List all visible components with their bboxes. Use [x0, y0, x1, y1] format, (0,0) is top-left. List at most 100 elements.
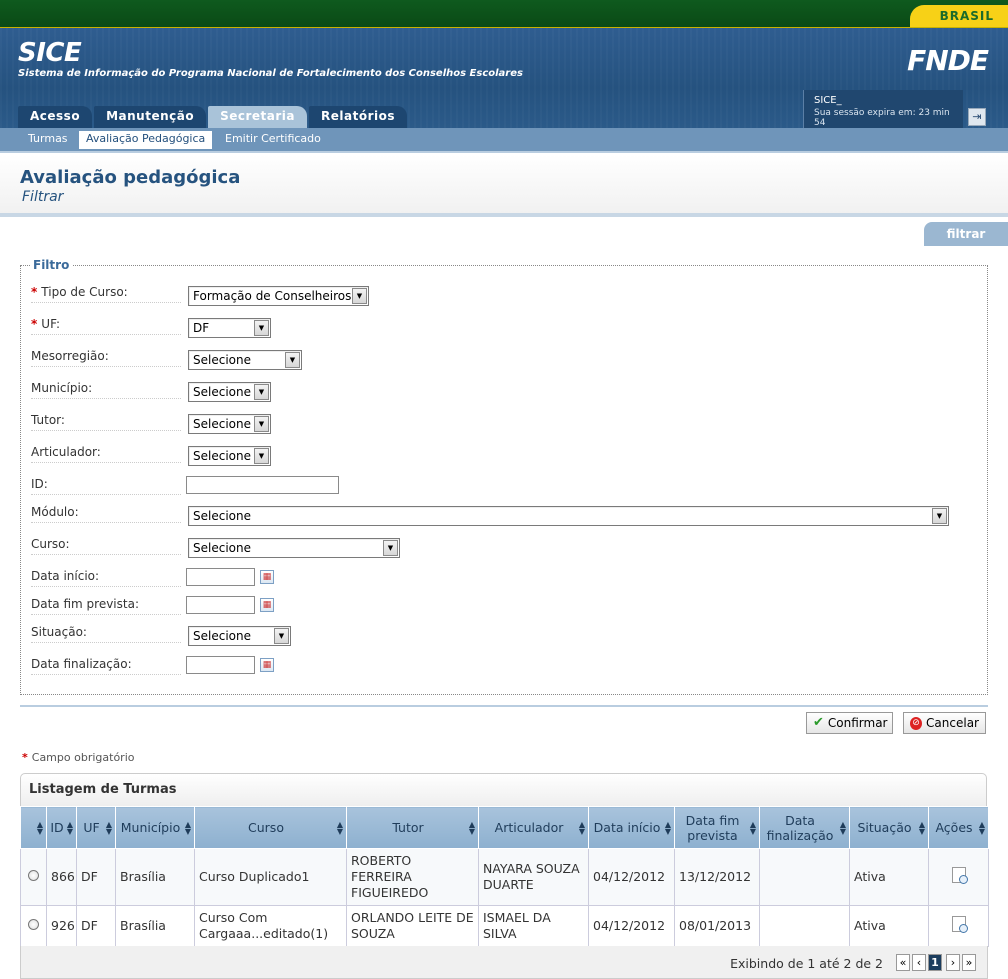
column-header-uf[interactable]: UF ▲ ▼ — [76, 806, 116, 849]
prev-page-button[interactable]: ‹ — [912, 954, 926, 971]
articulador-label: Articulador: — [31, 445, 101, 459]
view-document-icon[interactable] — [951, 867, 968, 884]
uf-select[interactable]: DF ▼ — [188, 318, 271, 338]
required-asterisk: * — [31, 285, 38, 299]
cell-uf: DF — [76, 905, 116, 947]
select-column-header[interactable]: ▲ ▼ — [20, 806, 47, 849]
tipo-curso-select[interactable]: Formação de Conselheiros ▼ — [188, 286, 369, 306]
data-inicio-input[interactable] — [186, 568, 255, 586]
turmas-table-body: ▲ ▼ ID ▲ ▼ UF ▲ ▼ Município ▲ ▼ Curso ▲ ▼ Tutor ▲ ▼… — [20, 806, 989, 947]
page-header: Avaliação pedagógica Filtrar — [0, 155, 1008, 217]
tutor-select[interactable]: Selecione ▼ — [188, 414, 271, 434]
uf-label: * UF: — [31, 317, 61, 331]
row-select-radio[interactable] — [28, 870, 39, 881]
calendar-icon[interactable]: ▦ — [260, 570, 274, 584]
cell-id: 866 — [46, 848, 77, 906]
id-label: ID: — [31, 477, 48, 491]
subnav-emitir-certificado[interactable]: Emitir Certificado — [225, 132, 321, 145]
cell-data-finalizacao — [759, 848, 850, 906]
session-expires: Sua sessão expira em: 23 min 54 — [814, 108, 950, 128]
column-header-data-fim[interactable]: Data fim prevista ▲ ▼ — [674, 806, 760, 849]
modulo-select[interactable]: Selecione ▼ — [188, 506, 949, 526]
subnav-turmas[interactable]: Turmas — [28, 132, 68, 145]
data-fim-input[interactable] — [186, 596, 255, 614]
chevron-down-icon: ▼ — [352, 288, 367, 304]
data-inicio-label: Data início: — [31, 569, 100, 583]
municipio-label: Município: — [31, 381, 93, 395]
chevron-down-icon: ▼ — [254, 416, 269, 432]
required-asterisk: * — [31, 317, 38, 331]
calendar-icon[interactable]: ▦ — [260, 658, 274, 672]
last-page-button[interactable]: » — [962, 954, 976, 971]
next-page-button[interactable]: › — [946, 954, 960, 971]
table-row: 926 DF Brasília Curso Com Cargaaa...edit… — [20, 905, 989, 947]
cell-situacao: Ativa — [849, 848, 929, 906]
column-header-acoes[interactable]: Ações ▲ ▼ — [928, 806, 989, 849]
logout-icon[interactable]: ⇥ — [968, 108, 986, 126]
cell-data-fim: 13/12/2012 — [674, 848, 760, 906]
listing-title: Listagem de Turmas — [20, 773, 987, 807]
required-asterisk: * — [22, 751, 28, 764]
fnde-logo: FNDE — [907, 44, 989, 77]
column-header-data-inicio[interactable]: Data início ▲ ▼ — [588, 806, 675, 849]
mesorregiao-label: Mesorregião: — [31, 349, 109, 363]
divider — [20, 705, 988, 707]
column-header-situacao[interactable]: Situação ▲ ▼ — [849, 806, 929, 849]
tab-manutencao[interactable]: Manutenção — [94, 106, 207, 128]
sub-nav: Turmas Avaliação Pedagógica Emitir Certi… — [0, 128, 1008, 153]
situacao-select[interactable]: Selecione ▼ — [188, 626, 291, 646]
row-select-radio[interactable] — [28, 919, 39, 930]
mesorregiao-select[interactable]: Selecione ▼ — [188, 350, 302, 370]
sort-icon: ▲ ▼ — [749, 819, 756, 836]
chevron-down-icon: ▼ — [254, 320, 269, 336]
app-header: SICE Sistema de Informação do Programa N… — [0, 28, 1008, 128]
cell-data-inicio: 04/12/2012 — [588, 905, 675, 947]
chevron-down-icon: ▼ — [254, 448, 269, 464]
filter-tab[interactable]: filtrar — [924, 222, 1008, 246]
cell-municipio: Brasília — [115, 848, 195, 906]
curso-select[interactable]: Selecione ▼ — [188, 538, 400, 558]
sort-icon: ▲ ▼ — [36, 819, 43, 836]
required-note: * Campo obrigatório — [22, 751, 135, 764]
page-title: Avaliação pedagógica — [20, 167, 241, 188]
calendar-icon[interactable]: ▦ — [260, 598, 274, 612]
data-final-input[interactable] — [186, 656, 255, 674]
subnav-avaliacao-pedagogica[interactable]: Avaliação Pedagógica — [79, 131, 213, 149]
tab-secretaria[interactable]: Secretaria — [208, 106, 307, 128]
column-header-data-finalizacao[interactable]: Data finalização ▲ ▼ — [759, 806, 850, 849]
chevron-down-icon: ▼ — [285, 352, 300, 368]
cancel-icon: ⊘ — [910, 717, 923, 730]
tab-acesso[interactable]: Acesso — [18, 106, 93, 128]
column-header-id[interactable]: ID ▲ ▼ — [46, 806, 77, 849]
main-nav: Acesso Manutenção Secretaria Relatórios — [18, 106, 407, 128]
column-header-curso[interactable]: Curso ▲ ▼ — [194, 806, 347, 849]
cancel-button[interactable]: ⊘ Cancelar — [903, 712, 986, 734]
articulador-select[interactable]: Selecione ▼ — [188, 446, 271, 466]
column-header-tutor[interactable]: Tutor ▲ ▼ — [346, 806, 479, 849]
situacao-label: Situação: — [31, 625, 87, 639]
data-final-label: Data finalização: — [31, 657, 132, 671]
sort-icon: ▲ ▼ — [105, 819, 112, 836]
sort-icon: ▲ ▼ — [839, 819, 846, 836]
sort-icon: ▲ ▼ — [664, 819, 671, 836]
column-header-articulador[interactable]: Articulador ▲ ▼ — [478, 806, 589, 849]
id-input[interactable] — [186, 476, 339, 494]
table-footer: Exibindo de 1 até 2 de 2 « ‹ 1 › » — [20, 946, 988, 979]
page-number-button[interactable]: 1 — [928, 954, 942, 971]
session-info: SICE_ Sua sessão expira em: 23 min 54 — [803, 90, 963, 128]
first-page-button[interactable]: « — [896, 954, 910, 971]
municipio-select[interactable]: Selecione ▼ — [188, 382, 271, 402]
cell-data-finalizacao — [759, 905, 850, 947]
confirm-button[interactable]: ✔ Confirmar — [806, 712, 893, 734]
brasil-logo[interactable]: BRASIL — [910, 5, 1008, 27]
chevron-down-icon: ▼ — [383, 540, 398, 556]
cell-articulador: NAYARA SOUZA DUARTE — [478, 848, 589, 906]
pagination-summary: Exibindo de 1 até 2 de 2 — [730, 956, 883, 971]
chevron-down-icon: ▼ — [254, 384, 269, 400]
view-document-icon[interactable] — [951, 916, 968, 933]
sort-icon: ▲ ▼ — [978, 819, 985, 836]
tab-relatorios[interactable]: Relatórios — [309, 106, 407, 128]
cell-municipio: Brasília — [115, 905, 195, 947]
cell-data-fim: 08/01/2013 — [674, 905, 760, 947]
column-header-municipio[interactable]: Município ▲ ▼ — [115, 806, 195, 849]
